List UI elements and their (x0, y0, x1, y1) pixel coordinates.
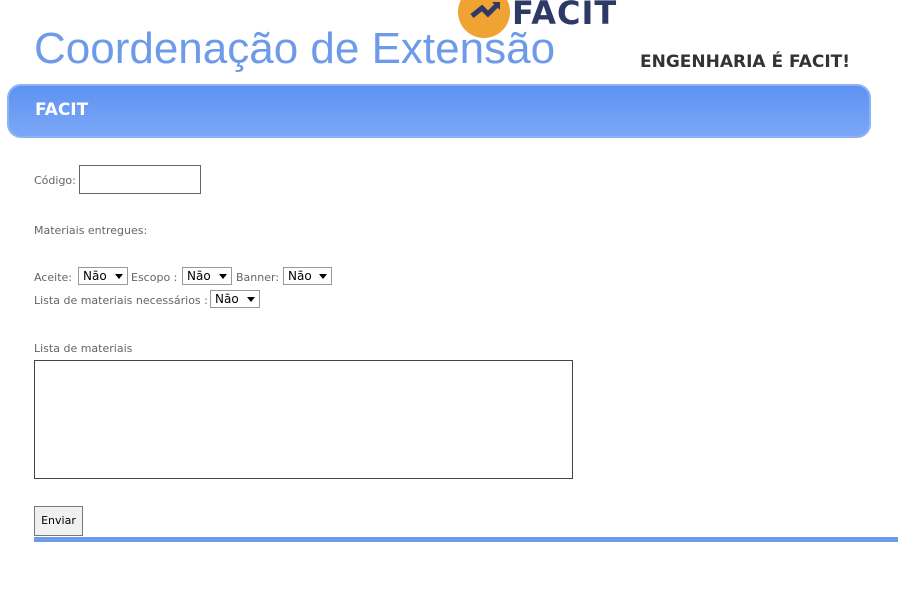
banner-select[interactable]: Não (283, 267, 332, 285)
escopo-select-value: Não (187, 269, 211, 283)
slogan: ENGENHARIA É FACIT! (640, 52, 851, 72)
escopo-label: Escopo : (131, 271, 178, 284)
banner-label: Banner: (236, 271, 280, 284)
footer-divider (34, 537, 898, 542)
nav-link-facit[interactable]: FACIT (35, 100, 88, 120)
lista-necessarios-label: Lista de materiais necessários : (34, 294, 208, 307)
chevron-down-icon (247, 297, 255, 302)
chevron-down-icon (115, 274, 123, 279)
escopo-select[interactable]: Não (182, 267, 232, 285)
lista-necessarios-select[interactable]: Não (210, 290, 260, 308)
codigo-input[interactable] (79, 165, 201, 194)
materiais-entregues-label: Materiais entregues: (34, 224, 148, 237)
aceite-select[interactable]: Não (78, 267, 128, 285)
codigo-label: Código: (34, 174, 76, 187)
chevron-down-icon (319, 274, 327, 279)
lista-necessarios-select-value: Não (215, 292, 239, 306)
aceite-label: Aceite: (34, 271, 72, 284)
lista-materiais-label: Lista de materiais (34, 342, 133, 355)
enviar-button[interactable]: Enviar (34, 506, 83, 536)
site-title: Coordenação de Extensão (34, 24, 556, 73)
chevron-down-icon (219, 274, 227, 279)
lista-materiais-textarea[interactable] (34, 360, 573, 479)
nav-bar: FACIT (7, 84, 871, 138)
banner-select-value: Não (288, 269, 312, 283)
aceite-select-value: Não (83, 269, 107, 283)
